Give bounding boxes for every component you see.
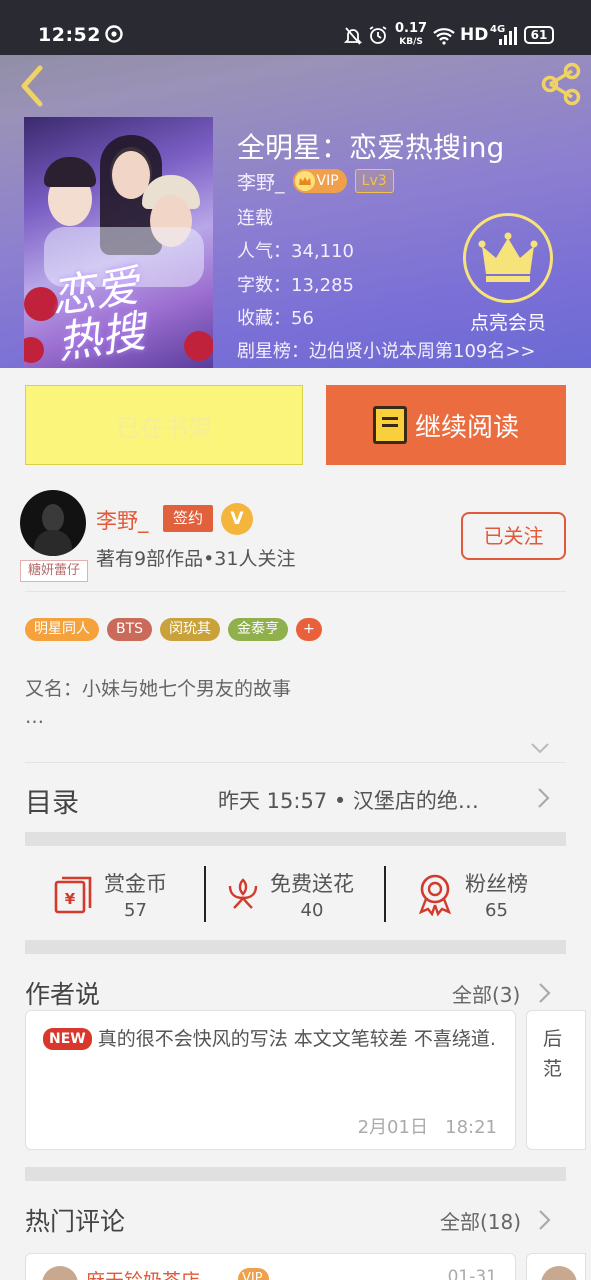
author-avatar[interactable]: [20, 490, 86, 556]
author-post-card[interactable]: NEW 真的很不会快风的写法 本文文笔较差 不喜绕道. 2月01日 18:21: [25, 1010, 516, 1150]
section-separator: [25, 940, 566, 954]
chevron-down-icon: [531, 743, 549, 754]
popularity: 人气：34,110: [237, 241, 354, 262]
comment-card[interactable]: 麻天铃奶茶店 VIP 01-31: [25, 1253, 516, 1280]
mute-bell-icon: [343, 26, 363, 51]
section-separator: [25, 1167, 566, 1181]
back-button[interactable]: [16, 64, 52, 108]
commenter-vip-badge: VIP: [238, 1268, 269, 1280]
toc-chevron-icon[interactable]: [536, 787, 550, 809]
flower-icon: [228, 878, 258, 909]
svg-text:¥: ¥: [65, 890, 76, 908]
divider: [384, 866, 386, 922]
comment-card[interactable]: [526, 1253, 586, 1280]
tag-list: 明星同人 BTS 闵玧其 金泰亨 +: [25, 618, 322, 641]
author-post-text: 真的很不会快风的写法 本文文笔较差 不喜绕道.: [97, 1028, 496, 1050]
toc-latest-chapter[interactable]: 昨天 15:57 • 汉堡店的绝…: [218, 785, 479, 815]
book-icon: [372, 406, 407, 444]
chevron-right-icon[interactable]: [537, 982, 551, 1004]
red-envelope-icon: ¥: [54, 876, 92, 914]
medal-icon: [418, 874, 452, 916]
book-title: 全明星：恋爱热搜ing: [237, 131, 505, 164]
expand-synopsis-button[interactable]: [530, 738, 550, 758]
share-icon: [541, 62, 581, 106]
author-meta: 著有9部作品•31人关注: [96, 548, 296, 570]
on-shelf-button[interactable]: 已在书架: [25, 385, 303, 465]
vip-crown-button[interactable]: [463, 213, 553, 303]
tag-item[interactable]: BTS: [107, 618, 153, 641]
author-post-date: 2月01日 18:21: [357, 1117, 497, 1138]
cover-title: 恋爱热搜: [47, 260, 149, 368]
hot-comments-all-link[interactable]: 全部(18): [440, 1206, 521, 1235]
level-badge: Lv3: [354, 169, 394, 193]
commenter-avatar[interactable]: [42, 1266, 78, 1280]
followed-button[interactable]: 已关注: [461, 512, 566, 560]
status-time: 12:52: [38, 24, 101, 46]
tag-item[interactable]: 闵玧其: [160, 618, 221, 641]
vip-crown-icon: [294, 171, 315, 191]
tag-item[interactable]: 金泰亨: [228, 618, 289, 641]
book-cover[interactable]: 恋爱热搜: [24, 117, 213, 368]
book-author[interactable]: 李野_: [237, 168, 285, 195]
battery-indicator: 61: [524, 26, 554, 44]
free-flowers[interactable]: 免费送花 40: [224, 866, 354, 922]
reward-coins[interactable]: ¥ 赏金币 57: [52, 866, 167, 922]
author-name[interactable]: 李野_: [96, 505, 149, 535]
continue-reading-button[interactable]: 继续阅读: [326, 385, 566, 465]
divider: [25, 591, 566, 592]
back-arrow-icon: [21, 65, 43, 107]
tag-item[interactable]: 明星同人: [25, 618, 99, 641]
ranking-link[interactable]: 剧星榜：边伯贤小说本周第109名>>: [237, 337, 536, 363]
word-count: 字数：13,285: [237, 275, 354, 296]
signed-badge: 签约: [163, 505, 213, 532]
wifi-icon: [432, 27, 456, 50]
status-bar: 12:52 0.17 KB/S HD 4G 61: [0, 0, 591, 55]
netease-icon: [104, 24, 124, 49]
fan-ranking[interactable]: 粉丝榜 65: [415, 866, 528, 922]
book-author-row: 李野_ VIP Lv3: [237, 168, 394, 194]
hot-comments-title: 热门评论: [25, 1207, 126, 1236]
alarm-icon: [368, 25, 388, 51]
author-says-all-link[interactable]: 全部(3): [452, 979, 520, 1008]
crown-icon: [478, 232, 538, 282]
book-synopsis: 又名：小妹与她七个男友的故事 …: [25, 678, 292, 728]
verified-badge: V: [221, 503, 253, 535]
favorites-count: 收藏：56: [237, 308, 314, 329]
author-post-card[interactable]: 后 范: [526, 1010, 586, 1150]
commenter-name[interactable]: 麻天铃奶茶店: [86, 1266, 200, 1280]
signal-icon: [496, 27, 518, 50]
share-button[interactable]: [538, 62, 584, 106]
hd-indicator: HD: [460, 25, 489, 45]
toc-title[interactable]: 目录: [25, 781, 79, 820]
vip-badge: VIP: [292, 169, 347, 193]
divider: [204, 866, 206, 922]
section-separator: [25, 832, 566, 846]
divider: [25, 762, 566, 763]
comment-date: 01-31: [447, 1267, 497, 1280]
author-says-title: 作者说: [25, 980, 101, 1009]
avatar-tag: 糖妍蕾仔: [20, 560, 88, 582]
new-badge: NEW: [43, 1028, 92, 1050]
net-speed: 0.17 KB/S: [395, 21, 428, 47]
chevron-right-icon[interactable]: [537, 1209, 551, 1231]
vip-cta-label[interactable]: 点亮会员: [452, 308, 564, 335]
serial-status: 连载: [237, 208, 273, 229]
more-tags-button[interactable]: +: [296, 618, 322, 641]
